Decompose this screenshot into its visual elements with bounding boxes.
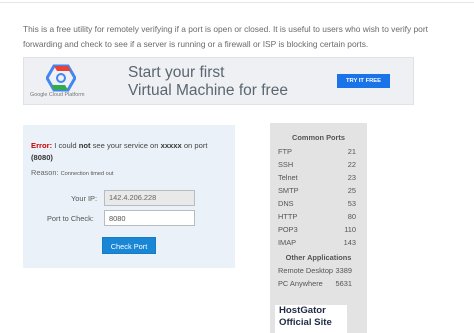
port-row-pc-anywhere: PC Anywhere 5631 — [278, 279, 352, 288]
port-row-imap: IMAP 143 — [278, 238, 356, 247]
error-not: not — [78, 141, 91, 150]
error-host: xxxxx — [160, 141, 182, 150]
common-ports-title: Common Ports — [292, 133, 345, 142]
port-row-smtp: SMTP 25 — [278, 186, 356, 195]
top-divider — [0, 2, 474, 3]
intro-paragraph: This is a free utility for remotely veri… — [23, 24, 428, 49]
reason-label: Reason: — [31, 168, 59, 177]
error-port: (8080) — [31, 153, 53, 162]
ad-brand-label: Google Cloud Platform — [30, 92, 85, 98]
ad-headline-line2: Virtual Machine for free — [128, 82, 288, 99]
port-row-http: HTTP 80 — [278, 212, 356, 221]
port-check-panel: Error: I could not see your service on x… — [23, 125, 235, 268]
port-row-ftp: FTP 21 — [278, 147, 356, 156]
other-applications-title: Other Applications — [285, 253, 352, 262]
port-row-telnet: Telnet 23 — [278, 173, 356, 182]
hostgator-ad-line1: HostGator — [279, 305, 326, 316]
port-input[interactable] — [104, 210, 195, 226]
your-ip-label: Your IP: — [71, 194, 98, 203]
page: This is a free utility for remotely veri… — [0, 0, 474, 333]
port-row-remote-desktop: Remote Desktop 3389 — [278, 266, 352, 275]
port-row-pop3: POP3 110 — [278, 225, 356, 234]
error-prefix: Error: — [31, 141, 53, 150]
port-row-dns: DNS 53 — [278, 199, 356, 208]
try-it-free-button[interactable]: TRY IT FREE — [337, 74, 390, 88]
port-row-ssh: SSH 22 — [278, 160, 356, 169]
your-ip-field: 142.4.206.228 — [104, 190, 195, 206]
port-to-check-label: Port to Check: — [47, 214, 94, 223]
google-cloud-hexagon-icon — [46, 64, 76, 92]
check-port-button[interactable]: Check Port — [102, 237, 156, 254]
hostgator-ad-line2: Official Site — [279, 317, 332, 328]
reason-line: Reason: Connection timed out — [31, 168, 113, 177]
error-message: Error: I could not see your service on x… — [31, 141, 208, 162]
reason-text: Connection timed out — [60, 171, 114, 177]
google-cloud-ad-banner[interactable]: Google Cloud Platform Start your first V… — [23, 57, 414, 105]
common-ports-panel: Common Ports FTP 21 SSH 22 Telnet 23 SMTP 25… — [270, 123, 367, 333]
hostgator-ad[interactable]: HostGator Official Site — [275, 305, 347, 333]
ad-headline-line1: Start your first — [128, 64, 225, 81]
